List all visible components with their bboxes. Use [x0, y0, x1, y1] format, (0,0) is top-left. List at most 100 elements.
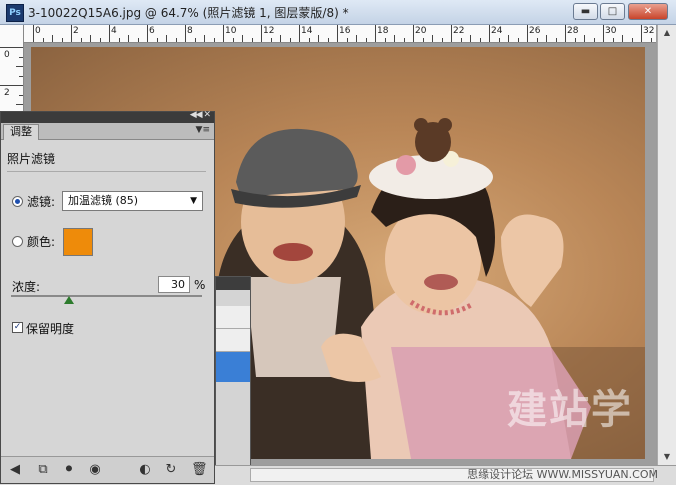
ruler-minor-tick [128, 35, 129, 42]
ruler-major-tick [527, 25, 528, 42]
layers-panel-selected-row[interactable] [216, 352, 250, 382]
ruler-minor-tick [422, 38, 424, 42]
ruler-major-tick [413, 25, 414, 42]
ruler-minor-tick [546, 35, 547, 42]
document-titlebar[interactable]: Ps 3-10022Q15A6.jpg @ 64.7% (照片滤镜 1, 图层蒙… [0, 0, 676, 25]
expand-view-icon[interactable]: ⧉ [35, 462, 51, 478]
minimize-icon: ▬ [580, 6, 591, 17]
ruler-minor-tick [432, 35, 433, 42]
watermark-text: 思缘设计论坛 WWW.MISSYUAN.COM [467, 468, 658, 481]
tab-adjustments[interactable]: 调整 [3, 124, 39, 140]
color-swatch[interactable] [63, 228, 93, 256]
ruler-label: 10 [225, 26, 237, 36]
maximize-button[interactable]: □ [600, 3, 625, 20]
watermark-logo: 建站学 [507, 387, 633, 433]
ruler-label: 0 [35, 26, 41, 36]
density-slider-track[interactable] [11, 295, 202, 297]
close-icon: ✕ [643, 6, 653, 17]
ruler-major-tick [33, 25, 34, 42]
ruler-major-tick [299, 25, 300, 42]
panel-titlebar[interactable]: ◀◀ ✕ [1, 110, 214, 123]
ruler-minor-tick [365, 38, 367, 42]
density-unit: % [194, 278, 206, 292]
collapse-panel-icon[interactable]: ◀◀ ✕ [190, 110, 211, 120]
ruler-label: 2 [4, 88, 10, 98]
ruler-minor-tick [593, 38, 595, 42]
preserve-luminosity-checkbox[interactable]: ✓ [12, 322, 23, 333]
layers-panel-partial[interactable] [215, 276, 251, 468]
scroll-down-arrow-icon[interactable]: ▼ [661, 451, 673, 463]
color-radio[interactable] [12, 236, 23, 247]
ruler-minor-tick [280, 35, 281, 42]
divider [7, 171, 206, 172]
ruler-minor-tick [308, 38, 310, 42]
chevron-down-icon: ▼ [190, 196, 197, 206]
density-slider-thumb[interactable] [63, 296, 74, 304]
ruler-label: 0 [4, 50, 10, 60]
ruler-label: 6 [149, 26, 155, 36]
ruler-major-tick [223, 25, 224, 42]
ruler-minor-tick [384, 38, 386, 42]
density-input[interactable]: 30 [158, 276, 190, 293]
ruler-label: 22 [453, 26, 465, 36]
panel-menu-icon[interactable]: ▼≡ [196, 125, 210, 135]
layers-panel-row[interactable] [216, 329, 250, 352]
ruler-minor-tick [318, 35, 319, 42]
ruler-minor-tick [650, 38, 652, 42]
ruler-minor-tick [584, 35, 585, 42]
color-label: 颜色: [27, 235, 56, 249]
ruler-minor-tick [19, 56, 23, 58]
minimize-button[interactable]: ▬ [573, 3, 598, 20]
delete-trash-icon[interactable]: 🗑 [191, 462, 208, 478]
ruler-label: 2 [73, 26, 79, 36]
ruler-minor-tick [99, 38, 101, 42]
scroll-up-arrow-icon[interactable]: ▲ [661, 27, 673, 39]
maximize-icon: □ [607, 6, 618, 17]
ruler-major-tick [451, 25, 452, 42]
density-label: 浓度: [12, 280, 41, 294]
ruler-minor-tick [19, 75, 23, 77]
close-button[interactable]: ✕ [628, 3, 668, 20]
vertical-scrollbar[interactable]: ▲ ▼ [657, 25, 676, 465]
ruler-major-tick [109, 25, 110, 42]
ruler-minor-tick [508, 35, 509, 42]
layers-panel-header [216, 277, 250, 290]
ruler-minor-tick [574, 38, 576, 42]
ruler-minor-tick [403, 38, 405, 42]
ruler-minor-tick [156, 38, 158, 42]
filter-dropdown-value: 加温滤镜 (85) [68, 194, 139, 207]
reset-icon[interactable]: ↻ [163, 462, 179, 478]
ruler-major-tick [641, 25, 642, 42]
ruler-minor-tick [479, 38, 481, 42]
ruler-minor-tick [346, 38, 348, 42]
filter-dropdown[interactable]: 加温滤镜 (85) ▼ [62, 191, 203, 211]
ruler-minor-tick [242, 35, 243, 42]
ruler-minor-tick [194, 38, 196, 42]
clip-layer-icon[interactable]: ⚫ [61, 462, 77, 478]
horizontal-ruler[interactable]: 0 2 4 6 8 10 12 14 16 18 20 22 24 26 28 30 32 [24, 25, 656, 43]
ruler-major-tick [337, 25, 338, 42]
ruler-minor-tick [19, 94, 23, 96]
adjustments-panel[interactable]: ◀◀ ✕ 调整 ▼≡ 照片滤镜 滤镜: 加温滤镜 (85) ▼ 颜色: 浓度: … [0, 110, 215, 484]
photoshop-app-icon: Ps [6, 4, 24, 22]
ruler-minor-tick [460, 38, 462, 42]
ruler-minor-tick [622, 35, 623, 42]
visibility-eye-icon[interactable]: ◉ [87, 462, 103, 478]
ruler-minor-tick [61, 38, 63, 42]
ruler-minor-tick [356, 35, 357, 42]
ruler-minor-tick [555, 38, 557, 42]
ruler-label: 14 [301, 26, 313, 36]
ruler-major-tick [261, 25, 262, 42]
layers-panel-row[interactable] [216, 306, 250, 329]
ruler-major-tick [147, 25, 148, 42]
ruler-minor-tick [536, 38, 538, 42]
view-previous-state-icon[interactable]: ◐ [137, 462, 153, 478]
filter-radio[interactable] [12, 196, 23, 207]
ruler-minor-tick [175, 38, 177, 42]
ruler-label: 8 [187, 26, 193, 36]
ruler-minor-tick [517, 38, 519, 42]
ruler-label: 24 [491, 26, 503, 36]
document-title: 3-10022Q15A6.jpg @ 64.7% (照片滤镜 1, 图层蒙版/8… [28, 6, 349, 20]
back-arrow-icon[interactable]: ◀ [7, 462, 23, 478]
ruler-minor-tick [251, 38, 253, 42]
